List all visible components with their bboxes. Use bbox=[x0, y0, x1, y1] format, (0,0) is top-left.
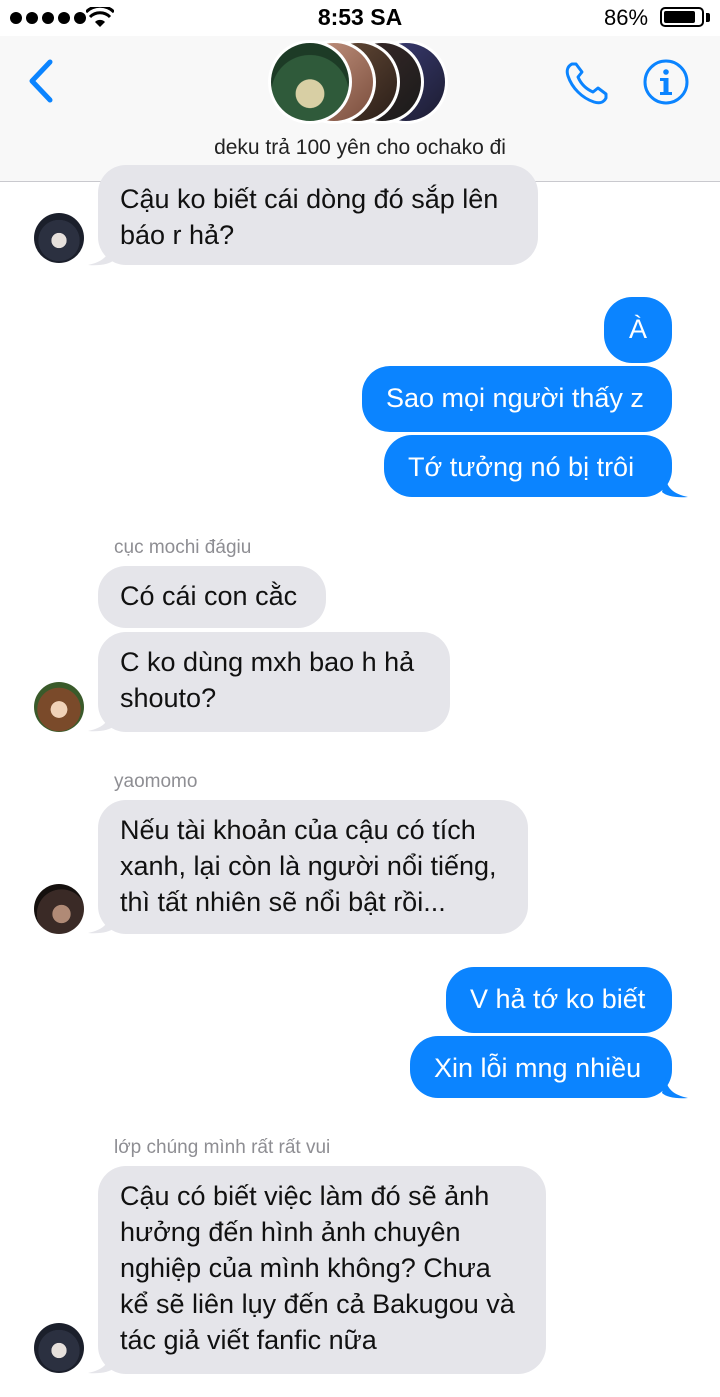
conversation-header: deku trả 100 yên cho ochako đi bbox=[0, 36, 720, 182]
message-bubble-incoming[interactable]: Có cái con cằc bbox=[98, 566, 326, 628]
info-icon[interactable] bbox=[642, 58, 690, 106]
battery-icon bbox=[660, 7, 704, 27]
message-bubble-incoming[interactable]: Nếu tài khoản của cậu có tích xanh, lại … bbox=[98, 800, 528, 934]
avatar[interactable] bbox=[34, 213, 84, 263]
sender-name: yaomomo bbox=[114, 771, 198, 792]
bubble-tail bbox=[88, 710, 114, 732]
group-avatar-stack[interactable] bbox=[268, 40, 468, 130]
bubble-tail bbox=[662, 476, 688, 498]
sender-name: cục mochi đágiu bbox=[114, 537, 252, 558]
sender-name: lớp chúng mình rất rất vui bbox=[114, 1137, 331, 1158]
battery-tip bbox=[706, 13, 710, 22]
message-bubble-outgoing[interactable]: Tớ tưởng nó bị trôi r bbox=[384, 435, 672, 518]
message-bubble-outgoing[interactable]: À bbox=[604, 297, 672, 363]
message-bubble-incoming[interactable]: Cậu ko biết cái dòng đó sắp lên báo r hả… bbox=[98, 165, 538, 265]
message-bubble-outgoing[interactable]: Xin lỗi mng nhiều bbox=[410, 1036, 672, 1098]
group-member-avatar bbox=[268, 40, 352, 124]
bubble-tail bbox=[662, 1077, 688, 1099]
avatar[interactable] bbox=[34, 884, 84, 934]
back-button[interactable] bbox=[22, 56, 62, 106]
bubble-tail bbox=[88, 1352, 114, 1374]
message-bubble-outgoing[interactable]: V hả tớ ko biết bbox=[446, 967, 672, 1033]
battery-percent: 86% bbox=[604, 5, 649, 30]
status-bar: 8:53 SA 86% bbox=[0, 0, 720, 36]
bubble-tail bbox=[88, 912, 114, 934]
group-name[interactable]: deku trả 100 yên cho ochako đi bbox=[0, 136, 720, 160]
avatar[interactable] bbox=[34, 682, 84, 732]
phone-icon[interactable] bbox=[560, 58, 612, 110]
avatar[interactable] bbox=[34, 1323, 84, 1373]
message-bubble-incoming[interactable]: C ko dùng mxh bao h hả shouto? bbox=[98, 632, 450, 732]
message-bubble-incoming[interactable]: Cậu có biết việc làm đó sẽ ảnh hưởng đến… bbox=[98, 1166, 546, 1374]
message-bubble-outgoing[interactable]: Sao mọi người thấy z bbox=[362, 366, 672, 432]
